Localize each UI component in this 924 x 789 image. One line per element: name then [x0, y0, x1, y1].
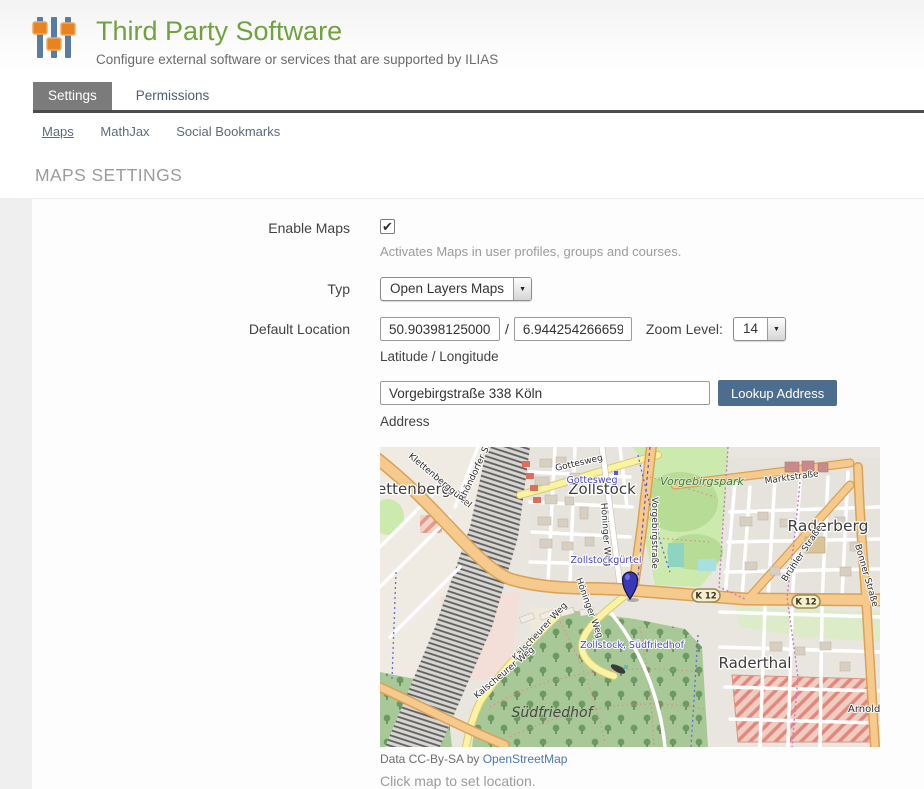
map-label-zollstockguertel: Zollstockgürtel — [571, 555, 642, 566]
address-input[interactable] — [380, 381, 710, 405]
openstreetmap-link[interactable]: OpenStreetMap — [483, 752, 568, 766]
subtabs: Maps MathJax Social Bookmarks — [0, 113, 924, 149]
subtab-social-bookmarks[interactable]: Social Bookmarks — [176, 124, 280, 139]
attribution-text: Data CC-By-SA by — [380, 752, 483, 766]
map-label-vorgebirgspark: Vorgebirgspark — [660, 475, 744, 488]
map-attribution: Data CC-By-SA by OpenStreetMap — [380, 752, 880, 766]
row-address: Lookup Address Address — [32, 380, 924, 789]
map-label-stop-suedfriedhof: Zollstock, Südfriedhof — [580, 640, 685, 651]
map-preview[interactable]: K 12 K 12 Klettenberg Zollstock Raderber… — [380, 447, 880, 747]
address-spacer — [32, 380, 350, 384]
zoom-level-select[interactable]: 14 ▼ — [733, 317, 786, 341]
subtab-maps[interactable]: Maps — [42, 124, 74, 139]
section-title: MAPS SETTINGS — [35, 165, 924, 186]
row-enable-maps: Enable Maps ✔ Activates Maps in user pro… — [32, 216, 924, 259]
tab-settings[interactable]: Settings — [33, 82, 112, 110]
enable-maps-help: Activates Maps in user profiles, groups … — [380, 244, 681, 259]
map-label-suedfriedhof: Südfriedhof — [511, 705, 594, 721]
tabbar: Settings Permissions — [33, 82, 924, 110]
lat-lng-sublabel: Latitude / Longitude — [380, 349, 786, 364]
row-default-location: Default Location / Zoom Level: 14 ▼ Lati… — [32, 317, 924, 364]
chevron-down-icon: ▼ — [767, 318, 785, 340]
maps-settings-form: Enable Maps ✔ Activates Maps in user pro… — [0, 198, 924, 789]
enable-maps-label: Enable Maps — [32, 216, 350, 236]
map-label-arnoldshoehe: Arnoldshöhe — [848, 704, 880, 715]
map-hint: Click map to set location. — [380, 773, 880, 789]
type-label: Typ — [32, 277, 350, 297]
zoom-level-value: 14 — [734, 318, 767, 340]
map-label-k12-1: K 12 — [695, 592, 716, 602]
map-label-raderthal: Raderthal — [719, 654, 792, 672]
chevron-down-icon: ▼ — [513, 278, 531, 300]
enable-maps-checkbox[interactable]: ✔ — [380, 219, 395, 234]
map-label-raderberg: Raderberg — [788, 517, 869, 535]
app-header: Third Party Software Configure external … — [0, 0, 924, 67]
address-sublabel: Address — [380, 414, 880, 429]
type-select-value: Open Layers Maps — [381, 278, 513, 300]
subtab-mathjax[interactable]: MathJax — [100, 124, 149, 139]
map-label-vorgebirgstrasse: Vorgebirgstraße — [649, 497, 659, 569]
row-type: Typ Open Layers Maps ▼ — [32, 277, 924, 301]
page-subtitle: Configure external software or services … — [96, 52, 498, 67]
zoom-level-label: Zoom Level: — [646, 321, 723, 337]
tab-permissions[interactable]: Permissions — [121, 82, 225, 110]
latitude-input[interactable] — [380, 317, 500, 341]
lookup-address-button[interactable]: Lookup Address — [718, 380, 837, 406]
lat-lng-separator: / — [505, 321, 509, 337]
page: { "header": { "title": "Third Party Soft… — [0, 0, 924, 759]
map-label-k12-2: K 12 — [795, 598, 816, 608]
page-title: Third Party Software — [96, 16, 498, 47]
type-select[interactable]: Open Layers Maps ▼ — [380, 277, 532, 301]
longitude-input[interactable] — [514, 317, 632, 341]
sliders-icon — [30, 14, 78, 62]
map-label-gottesweg-stop: Gottesweg — [566, 475, 617, 486]
default-location-label: Default Location — [32, 317, 350, 337]
